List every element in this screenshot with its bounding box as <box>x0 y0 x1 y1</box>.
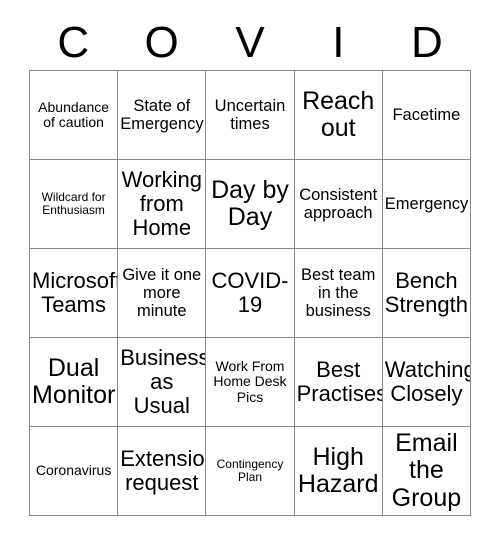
header-letter-5: D <box>410 18 443 67</box>
bingo-cell[interactable]: Reach out <box>294 71 383 160</box>
bingo-cell[interactable]: Best team in the business <box>294 249 383 338</box>
bingo-cell-label: High Hazard <box>297 442 379 498</box>
bingo-cell[interactable]: State of Emergency <box>118 71 207 160</box>
bingo-cell[interactable]: Working from Home <box>118 160 207 249</box>
bingo-cell-label: Working from Home <box>121 167 202 240</box>
bingo-cell[interactable]: Watching Closely <box>382 338 471 427</box>
header-letter-1: C <box>57 18 90 67</box>
bingo-cell-label: COVID-19 <box>211 268 289 317</box>
bingo-cell[interactable]: Day by Day <box>206 160 295 249</box>
bingo-cell-label: Watching Closely <box>384 357 471 406</box>
bingo-cell[interactable]: Dual Monitor <box>30 338 119 427</box>
bingo-cell-label: Best Practises <box>296 357 383 406</box>
bingo-cell-label: Day by Day <box>211 175 289 231</box>
bingo-cell[interactable]: Business as Usual <box>118 338 207 427</box>
bingo-cell-label: Coronavirus <box>35 462 112 479</box>
bingo-cell[interactable]: Email the Group <box>382 427 471 516</box>
bingo-cell-label: Emergency <box>384 195 469 213</box>
bingo-cell-label: Abundance of caution <box>38 98 110 130</box>
bingo-cell[interactable]: COVID-19 <box>206 249 295 338</box>
bingo-cell[interactable]: Coronavirus <box>30 427 119 516</box>
bingo-cell-label: Uncertain times <box>214 97 286 133</box>
bingo-cell-label: Wildcard for Enthusiasm <box>41 189 106 217</box>
bingo-cell-label: State of Emergency <box>120 97 204 133</box>
bingo-grid: Abundance of caution State of Emergency … <box>29 70 471 516</box>
bingo-cell-label: Best team in the business <box>301 266 376 320</box>
bingo-cell-label: Dual Monitor <box>32 353 116 409</box>
bingo-cell-label: Contingency Plan <box>216 456 284 484</box>
bingo-card: C O V I D Abundance of caution State of … <box>0 0 500 544</box>
bingo-cell-label: Reach out <box>302 86 375 142</box>
bingo-cell[interactable]: Wildcard for Enthusiasm <box>30 160 119 249</box>
bingo-cell[interactable]: Extension request <box>118 427 207 516</box>
header-letter-2: O <box>144 18 179 67</box>
bingo-cell-label: Email the Group <box>391 429 462 512</box>
bingo-cell[interactable]: Abundance of caution <box>30 71 119 160</box>
bingo-cell[interactable]: Consistent approach <box>294 160 383 249</box>
header-letter-4: I <box>332 18 345 67</box>
bingo-cell-label: Work From Home Desk Pics <box>213 358 287 405</box>
bingo-cell[interactable]: Contingency Plan <box>206 427 295 516</box>
bingo-cell-label: Bench Strength <box>384 268 468 317</box>
bingo-cell-label: Business as Usual <box>120 345 207 418</box>
bingo-cell-label: Consistent approach <box>299 186 378 222</box>
bingo-cell-label: Extension request <box>120 446 205 495</box>
bingo-cell[interactable]: Emergency <box>382 160 471 249</box>
bingo-cell[interactable]: Best Practises <box>294 338 383 427</box>
bingo-cell[interactable]: Bench Strength <box>382 249 471 338</box>
bingo-header: C O V I D <box>29 16 471 70</box>
bingo-cell-label: Microsoft Teams <box>32 268 119 317</box>
bingo-cell[interactable]: Give it one more minute <box>118 249 207 338</box>
bingo-cell[interactable]: Facetime <box>382 71 471 160</box>
header-letter-3: V <box>235 18 265 67</box>
bingo-cell[interactable]: Uncertain times <box>206 71 295 160</box>
bingo-cell-label: Give it one more minute <box>122 266 202 320</box>
bingo-cell[interactable]: High Hazard <box>294 427 383 516</box>
bingo-cell[interactable]: Work From Home Desk Pics <box>206 338 295 427</box>
bingo-cell[interactable]: Microsoft Teams <box>30 249 119 338</box>
bingo-cell-label: Facetime <box>392 106 461 124</box>
